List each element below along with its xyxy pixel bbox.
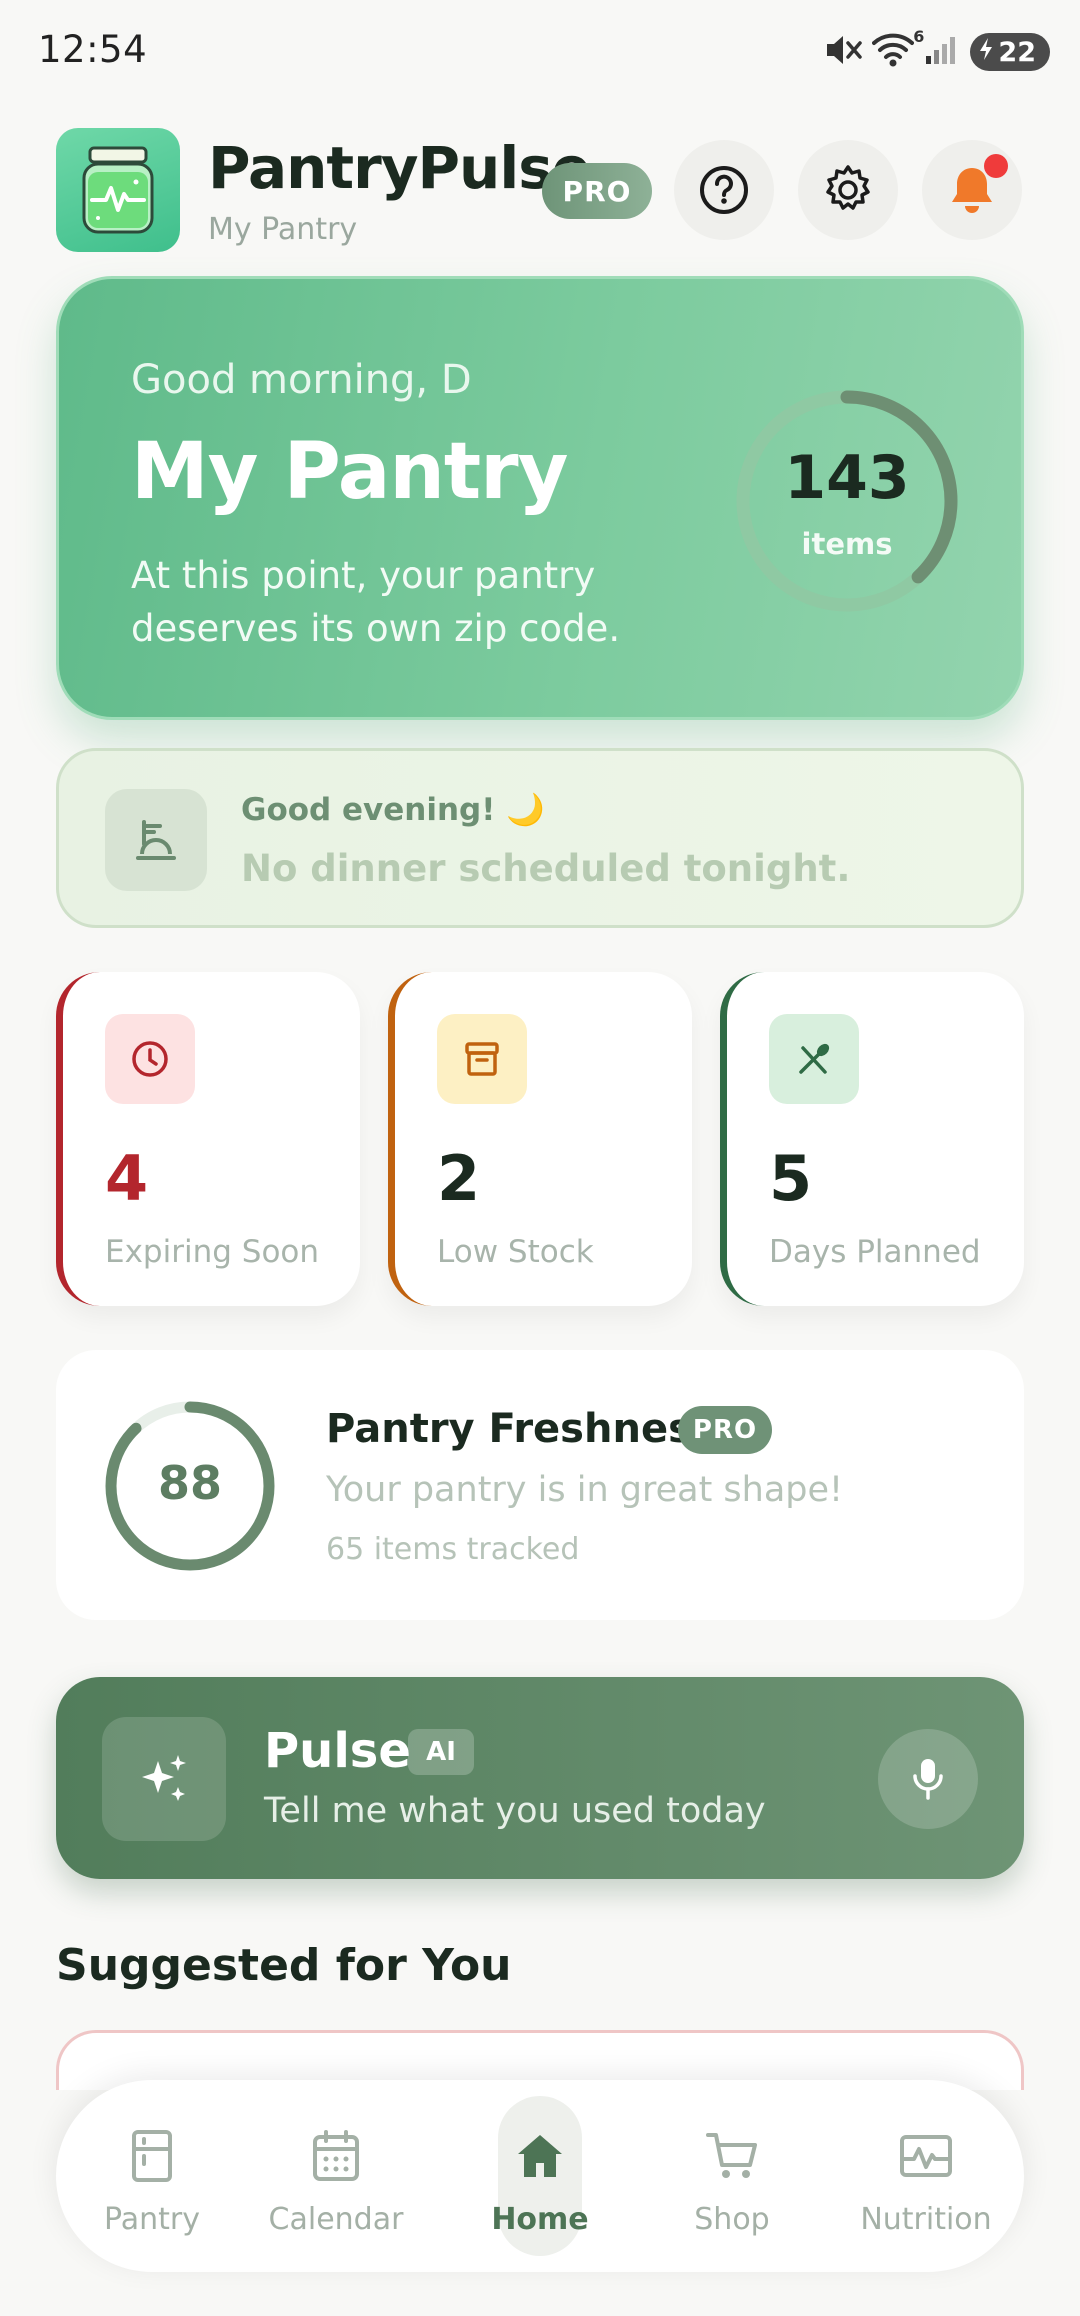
stat-label: Low Stock xyxy=(437,1234,594,1270)
status-time: 12:54 xyxy=(38,28,148,71)
stat-icon-box xyxy=(437,1014,527,1104)
nav-item-nutrition[interactable]: Nutrition xyxy=(846,2080,1006,2272)
status-bar: 12:54 6 22 xyxy=(0,0,1080,104)
utensils-icon xyxy=(799,1043,830,1074)
hero-title: My Pantry xyxy=(131,427,568,517)
help-icon xyxy=(700,166,748,214)
pulse-ai-card[interactable]: Pulse AI Tell me what you used today xyxy=(56,1677,1024,1879)
microphone-icon xyxy=(913,1759,943,1800)
app-logo xyxy=(56,128,180,252)
gear-icon xyxy=(826,165,870,210)
ai-badge: AI xyxy=(408,1729,474,1775)
bottom-navigation: Pantry Calendar Home Shop Nutrition xyxy=(56,2080,1024,2272)
nav-label: Pantry xyxy=(104,2202,200,2237)
mute-icon xyxy=(824,32,863,72)
nav-item-shop[interactable]: Shop xyxy=(652,2080,812,2272)
settings-button[interactable] xyxy=(798,140,898,240)
pantry-icon xyxy=(122,2126,182,2186)
nav-label: Home xyxy=(491,2202,589,2237)
cooking-icon xyxy=(136,820,176,860)
freshness-score: 88 xyxy=(157,1456,222,1510)
freshness-tracked-count: 65 items tracked xyxy=(326,1532,580,1567)
pulse-icon-box xyxy=(102,1717,226,1841)
stat-icon-box xyxy=(769,1014,859,1104)
notifications-button[interactable] xyxy=(922,140,1022,240)
stat-card-low-stock[interactable]: 2 Low Stock xyxy=(388,972,692,1306)
nav-item-calendar[interactable]: Calendar xyxy=(256,2080,416,2272)
freshness-description: Your pantry is in great shape! xyxy=(326,1470,844,1510)
item-count: 143 xyxy=(784,443,910,513)
nav-item-pantry[interactable]: Pantry xyxy=(72,2080,232,2272)
dinner-card[interactable]: Good evening! 🌙 No dinner scheduled toni… xyxy=(56,748,1024,928)
freshness-pro-badge: PRO xyxy=(678,1406,772,1454)
stat-card-expiring[interactable]: 4 Expiring Soon xyxy=(56,972,360,1306)
calendar-icon xyxy=(306,2126,366,2186)
hero-tagline: At this point, your pantry deserves its … xyxy=(131,554,621,650)
pro-badge[interactable]: PRO xyxy=(542,163,652,219)
home-icon xyxy=(510,2126,570,2186)
nav-label: Calendar xyxy=(268,2202,404,2237)
suggested-section-title: Suggested for You xyxy=(56,1940,512,1991)
stat-label: Days Planned xyxy=(769,1234,981,1270)
dinner-message: No dinner scheduled tonight. xyxy=(241,847,851,890)
pulse-title: Pulse xyxy=(264,1723,411,1779)
help-button[interactable] xyxy=(674,140,774,240)
item-count-label: items xyxy=(801,527,893,561)
nav-label: Nutrition xyxy=(860,2202,992,2237)
status-icons: 6 22 xyxy=(824,27,1050,74)
freshness-title: Pantry Freshness xyxy=(326,1406,716,1452)
hero-card[interactable]: Good morning, D My Pantry At this point,… xyxy=(56,276,1024,720)
app-subtitle: My Pantry xyxy=(208,212,358,247)
dinner-icon-box xyxy=(105,789,207,891)
pulse-chart-icon xyxy=(896,2126,956,2186)
jar-icon xyxy=(82,146,154,234)
dinner-greeting: Good evening! 🌙 xyxy=(241,792,545,828)
battery-indicator: 22 xyxy=(970,33,1050,71)
battery-level: 22 xyxy=(998,36,1036,68)
signal-icon xyxy=(924,34,960,70)
charging-icon xyxy=(978,37,994,68)
stat-icon-box xyxy=(105,1014,195,1104)
wifi-icon: 6 xyxy=(872,27,924,71)
cart-icon xyxy=(702,2126,762,2186)
stat-value: 5 xyxy=(769,1142,813,1215)
sparkles-icon xyxy=(142,1755,186,1801)
pantry-freshness-card[interactable]: 88 Pantry Freshness PRO Your pantry is i… xyxy=(56,1350,1024,1620)
wifi-label: 6 xyxy=(913,27,925,46)
stat-label: Expiring Soon xyxy=(105,1234,320,1270)
app-title: PantryPulse xyxy=(208,134,591,202)
notification-dot xyxy=(984,154,1008,178)
nav-item-home[interactable]: Home xyxy=(460,2080,620,2272)
stat-value: 2 xyxy=(437,1142,481,1215)
stat-card-days-planned[interactable]: 5 Days Planned xyxy=(720,972,1024,1306)
nav-label: Shop xyxy=(694,2202,770,2237)
clock-icon xyxy=(132,1041,168,1077)
voice-input-button[interactable] xyxy=(878,1729,978,1829)
archive-icon xyxy=(465,1042,499,1076)
pulse-subtitle: Tell me what you used today xyxy=(264,1791,766,1831)
hero-greeting: Good morning, D xyxy=(131,357,472,403)
stat-value: 4 xyxy=(105,1142,149,1215)
